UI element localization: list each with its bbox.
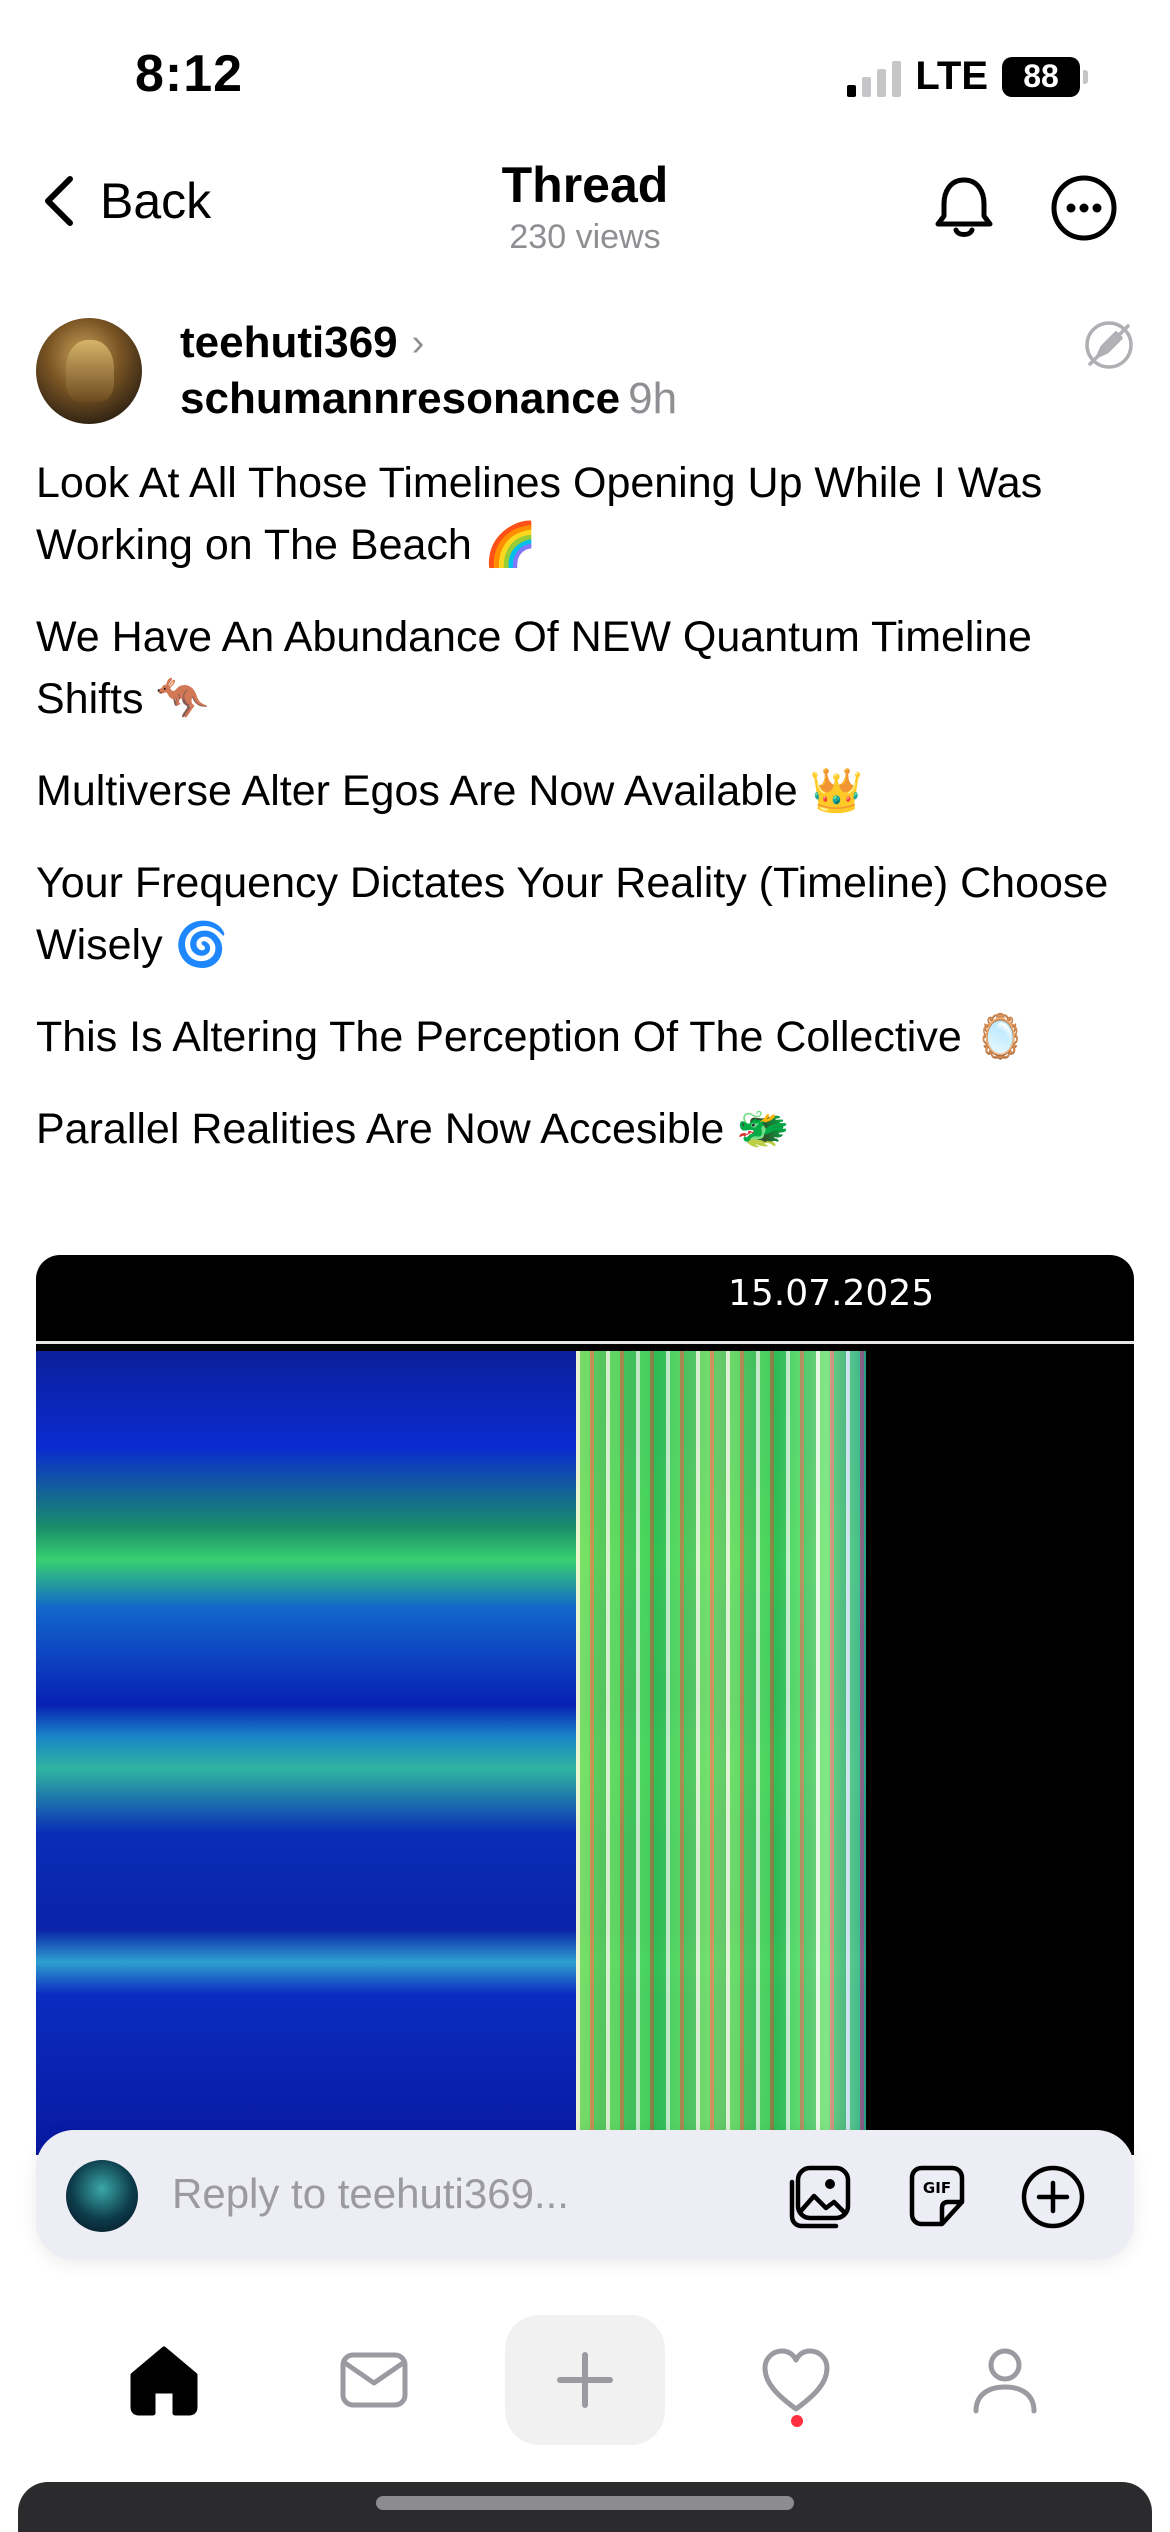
status-bar: 8:12 LTE 88 <box>0 0 1170 150</box>
post-paragraph: Parallel Realities Are Now Accesible 🐲 <box>36 1105 790 1153</box>
post-paragraph: This Is Altering The Perception Of The C… <box>36 1013 1028 1061</box>
topic-tag[interactable]: schumannresonance <box>180 374 620 423</box>
tab-home[interactable] <box>84 2295 244 2465</box>
plus-icon <box>557 2352 613 2408</box>
tab-profile[interactable] <box>925 2295 1085 2465</box>
image-divider <box>36 1341 1134 1344</box>
status-indicators: LTE 88 <box>847 54 1088 99</box>
plus-circle-icon[interactable] <box>1018 2162 1088 2232</box>
post-paragraph: Your Frequency Dictates Your Reality (Ti… <box>36 859 1109 969</box>
post-body: Look At All Those Timelines Opening Up W… <box>36 452 1136 1190</box>
person-icon <box>973 2348 1037 2414</box>
home-icon <box>130 2346 198 2416</box>
edit-off-icon[interactable] <box>1082 318 1136 372</box>
battery-level: 88 <box>1023 58 1059 94</box>
tab-activity[interactable] <box>716 2295 876 2465</box>
network-type: LTE <box>915 54 988 98</box>
notification-dot <box>791 2415 803 2427</box>
reply-composer[interactable]: Reply to teehuti369... GIF <box>36 2130 1134 2260</box>
author-username[interactable]: teehuti369 <box>180 318 398 368</box>
post-paragraph: Look At All Those Timelines Opening Up W… <box>36 459 1043 569</box>
battery-icon: 88 <box>1002 56 1088 97</box>
image-icon[interactable] <box>786 2162 856 2232</box>
chevron-right-icon: › <box>411 321 425 364</box>
bell-icon[interactable] <box>928 172 1000 244</box>
reply-input[interactable]: Reply to teehuti369... <box>172 2170 569 2218</box>
home-indicator-area <box>18 2482 1152 2532</box>
home-indicator[interactable] <box>376 2496 794 2510</box>
spectrogram-burst <box>576 1351 866 2155</box>
more-icon[interactable] <box>1048 172 1120 244</box>
author-row: teehuti369 › <box>180 318 424 368</box>
post-paragraph: Multiverse Alter Egos Are Now Available … <box>36 767 864 815</box>
signal-icon <box>847 57 902 97</box>
gif-icon[interactable]: GIF <box>902 2162 972 2232</box>
svg-text:GIF: GIF <box>923 2179 951 2197</box>
mail-icon <box>340 2352 408 2408</box>
thread-header: Back Thread 230 views <box>0 150 1170 290</box>
post-header: teehuti369 › schumannresonance 9h <box>36 318 1136 430</box>
tab-bar <box>0 2295 1170 2475</box>
tab-create[interactable] <box>505 2315 665 2445</box>
post-age: 9h <box>628 374 678 423</box>
avatar[interactable] <box>36 318 142 424</box>
tab-inbox[interactable] <box>294 2295 454 2465</box>
image-date-label: 15.07.2025 <box>728 1273 935 1314</box>
status-time: 8:12 <box>135 45 244 103</box>
avatar <box>66 2160 138 2232</box>
heart-icon <box>762 2348 830 2412</box>
topic-row: schumannresonance 9h <box>180 374 677 424</box>
post-image[interactable]: 15.07.2025 <box>36 1255 1134 2155</box>
post-paragraph: We Have An Abundance Of NEW Quantum Time… <box>36 613 1032 723</box>
